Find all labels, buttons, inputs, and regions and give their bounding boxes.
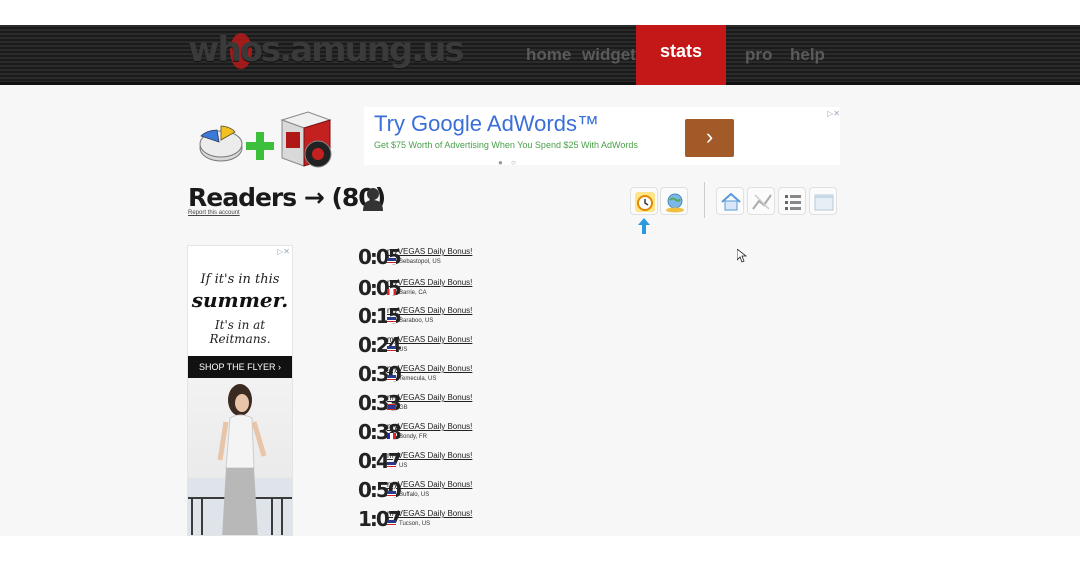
software-box-icon[interactable]: [278, 110, 334, 170]
ad-left-line1: If it's in this: [200, 272, 280, 287]
model-photo-icon: [188, 384, 292, 535]
adwords-ad[interactable]: Try Google AdWords™ Get $75 Worth of Adv…: [364, 107, 840, 167]
list-item: 0:30 myVEGAS Daily Bonus! Temecula, US: [358, 362, 498, 390]
person-icon: [363, 188, 383, 211]
nav-help-link[interactable]: help: [790, 45, 825, 65]
visitor-location: Baraboo, US: [387, 317, 433, 324]
site-logo[interactable]: whos.amung.us: [188, 30, 465, 70]
list-item: 0:47 myVEGAS Daily Bonus! US: [358, 449, 498, 477]
flag-icon: [387, 317, 396, 323]
page-title-link[interactable]: myVEGAS Daily Bonus!: [387, 364, 472, 373]
home-button[interactable]: [716, 187, 744, 215]
visitor-location: Tucson, US: [387, 520, 430, 527]
nav-stats[interactable]: stats: [636, 25, 726, 85]
flag-icon: [387, 491, 396, 497]
flag-icon: [387, 520, 396, 526]
ad-left-line3: It's in at Reitmans.: [209, 318, 271, 346]
list-item: 0:38 myVEGAS Daily Bonus! Bondy, FR: [358, 420, 498, 448]
nav-help[interactable]: help: [790, 25, 825, 85]
location-text: US: [399, 347, 408, 353]
page-title-link[interactable]: myVEGAS Daily Bonus!: [387, 278, 472, 287]
nav-stats-link[interactable]: stats: [660, 41, 702, 62]
nav-home-link[interactable]: home: [526, 45, 571, 65]
location-text: Temecula, US: [399, 376, 437, 382]
flag-icon: [387, 258, 396, 264]
visitor-location: Sebastopol, US: [387, 258, 441, 265]
ad-subtitle[interactable]: Get $75 Worth of Advertising When You Sp…: [374, 140, 638, 150]
visitor-location: Buffalo, US: [387, 491, 429, 498]
page: whos.amung.us home widgets stats pro hel…: [0, 0, 1080, 561]
list-item: 0:15 myVEGAS Daily Bonus! Baraboo, US: [358, 304, 498, 332]
page-title-link[interactable]: myVEGAS Daily Bonus!: [387, 422, 472, 431]
list-button[interactable]: [778, 187, 806, 215]
location-text: GB: [399, 405, 408, 411]
location-text: Bondy, FR: [399, 434, 427, 440]
visitor-location: Barrie, CA: [387, 289, 427, 296]
map-icon: [666, 193, 684, 213]
ad-close-icon[interactable]: ▷✕: [822, 109, 840, 119]
visitor-location: GB: [387, 404, 408, 411]
mouse-cursor-icon: [737, 249, 747, 263]
page-title-link[interactable]: myVEGAS Daily Bonus!: [387, 451, 472, 460]
location-text: US: [399, 463, 408, 469]
location-text: Sebastopol, US: [399, 259, 441, 265]
ad-left-close-icon[interactable]: ▷✕: [277, 247, 290, 256]
page-title-link[interactable]: myVEGAS Daily Bonus!: [387, 393, 472, 402]
list-icon: [785, 195, 801, 210]
bottom-margin: [0, 536, 1080, 561]
ad-left-line2: summer.: [191, 288, 289, 312]
toolbar-divider: [704, 182, 705, 218]
chart-button[interactable]: [747, 187, 775, 215]
map-button[interactable]: [660, 187, 688, 215]
list-item: 1:07 myVEGAS Daily Bonus! Tucson, US: [358, 507, 498, 535]
clock-icon: [635, 192, 655, 212]
home-icon: [721, 192, 741, 211]
ad-title[interactable]: Try Google AdWords™: [374, 111, 599, 137]
location-text: Tucson, US: [399, 521, 431, 527]
reitmans-ad[interactable]: ▷✕ If it's in this summer. It's in at Re…: [187, 245, 293, 536]
page-title: Readers → (80): [188, 183, 386, 212]
top-margin: [0, 0, 1080, 25]
ad-arrow-button[interactable]: ›: [685, 119, 734, 157]
nav-pro-link[interactable]: pro: [745, 45, 772, 65]
visitor-location: US: [387, 346, 407, 353]
pie-chart-icon[interactable]: [197, 122, 243, 162]
visitor-location: Temecula, US: [387, 375, 436, 382]
nav-pro[interactable]: pro: [745, 25, 772, 85]
plus-icon: [246, 132, 274, 160]
clock-button[interactable]: [630, 187, 658, 215]
nav-home[interactable]: home: [526, 25, 571, 85]
location-text: Buffalo, US: [399, 492, 430, 498]
flag-icon: [387, 462, 396, 468]
location-text: Barrie, CA: [399, 290, 427, 296]
chart-icon: [752, 194, 772, 210]
flag-icon: [387, 289, 396, 295]
visitor-location: Bondy, FR: [387, 433, 427, 440]
ad-carousel-dots[interactable]: ● ○: [498, 158, 519, 167]
list-item: 0:05 myVEGAS Daily Bonus! Sebastopol, US: [358, 245, 498, 273]
flag-icon: [387, 375, 396, 381]
page-title-link[interactable]: myVEGAS Daily Bonus!: [387, 509, 472, 518]
flag-icon: [387, 346, 396, 352]
report-account-link[interactable]: Report this account: [188, 210, 240, 216]
shop-flyer-button[interactable]: SHOP THE FLYER ›: [188, 356, 292, 378]
flag-icon: [387, 404, 396, 410]
page-title-link[interactable]: myVEGAS Daily Bonus!: [387, 247, 472, 256]
up-arrow-icon: [638, 218, 650, 234]
window-icon: [814, 194, 834, 211]
list-item: 0:05 myVEGAS Daily Bonus! Barrie, CA: [358, 276, 498, 304]
list-item: 0:24 myVEGAS Daily Bonus! US: [358, 333, 498, 361]
list-item: 0:33 myVEGAS Daily Bonus! GB: [358, 391, 498, 419]
flag-icon: [387, 433, 396, 439]
page-title-link[interactable]: myVEGAS Daily Bonus!: [387, 306, 472, 315]
page-title-link[interactable]: myVEGAS Daily Bonus!: [387, 335, 472, 344]
list-item: 0:50 myVEGAS Daily Bonus! Buffalo, US: [358, 478, 498, 506]
page-title-link[interactable]: myVEGAS Daily Bonus!: [387, 480, 472, 489]
visitor-location: US: [387, 462, 407, 469]
ad-model-image[interactable]: [188, 378, 292, 535]
window-button[interactable]: [809, 187, 837, 215]
location-text: Baraboo, US: [399, 318, 434, 324]
